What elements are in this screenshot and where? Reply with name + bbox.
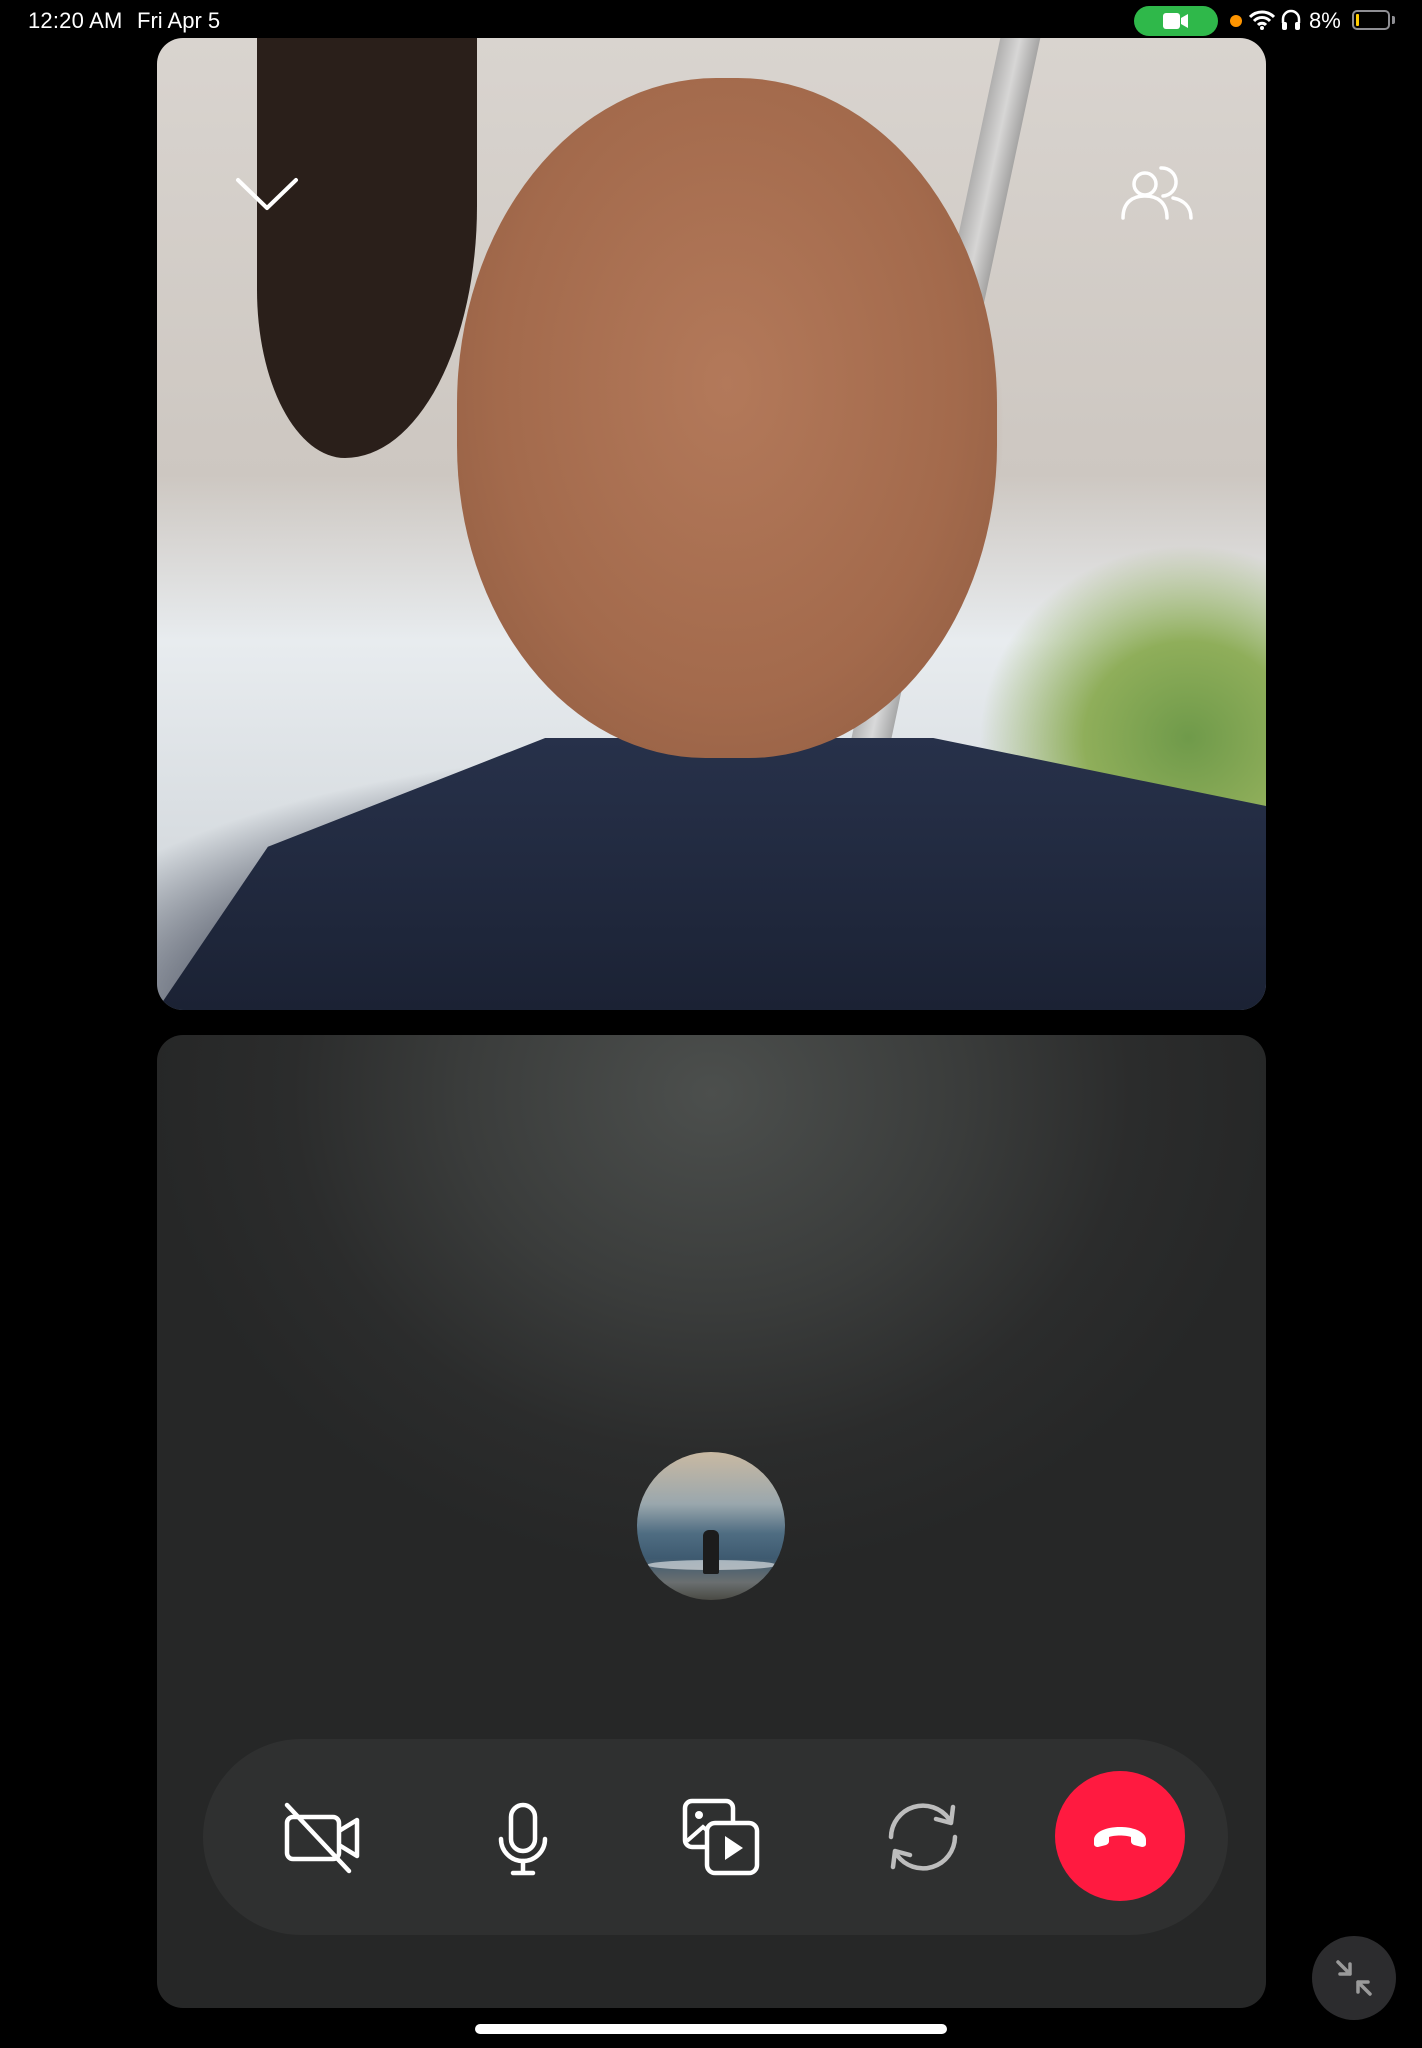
minimize-arrows-icon <box>1336 1960 1372 1996</box>
participants-icon <box>1121 166 1193 220</box>
avatar-person <box>703 1530 719 1574</box>
end-call-icon <box>1094 1827 1146 1847</box>
headphones-icon <box>1281 9 1301 30</box>
switch-camera-button[interactable] <box>873 1787 973 1887</box>
chevron-down-icon <box>236 178 298 210</box>
profile-avatar <box>637 1452 785 1600</box>
participants-button[interactable] <box>1117 156 1197 236</box>
battery-tip <box>1392 16 1395 24</box>
video-camera-icon <box>1163 13 1188 29</box>
status-bar: 12:20 AM Fri Apr 5 8% <box>0 0 1422 40</box>
self-view-tile <box>157 1035 1266 2008</box>
minimize-button[interactable] <box>1312 1936 1396 2020</box>
battery-percent: 8% <box>1309 8 1341 33</box>
camera-toggle-button[interactable] <box>273 1787 373 1887</box>
switch-camera-icon <box>888 1803 958 1871</box>
collapse-call-button[interactable] <box>232 158 302 228</box>
remote-participant-video[interactable] <box>157 38 1266 1010</box>
video-hair-shape <box>257 38 477 458</box>
end-call-button[interactable] <box>1055 1771 1185 1901</box>
media-share-icon <box>682 1798 760 1876</box>
video-jacket-shape <box>157 738 1266 1010</box>
camera-in-use-indicator[interactable] <box>1134 6 1218 36</box>
camera-off-icon <box>284 1802 360 1874</box>
battery-icon <box>1352 10 1390 30</box>
status-date: Fri Apr 5 <box>137 8 221 33</box>
microphone-icon <box>498 1802 548 1876</box>
status-time: 12:20 AM <box>28 8 123 33</box>
microphone-in-use-dot <box>1230 15 1242 27</box>
video-face-shape <box>457 78 997 758</box>
call-controls-bar <box>203 1739 1228 1935</box>
wifi-icon <box>1249 10 1275 30</box>
microphone-button[interactable] <box>473 1787 573 1887</box>
home-indicator[interactable] <box>475 2024 947 2034</box>
share-media-button[interactable] <box>673 1787 773 1887</box>
